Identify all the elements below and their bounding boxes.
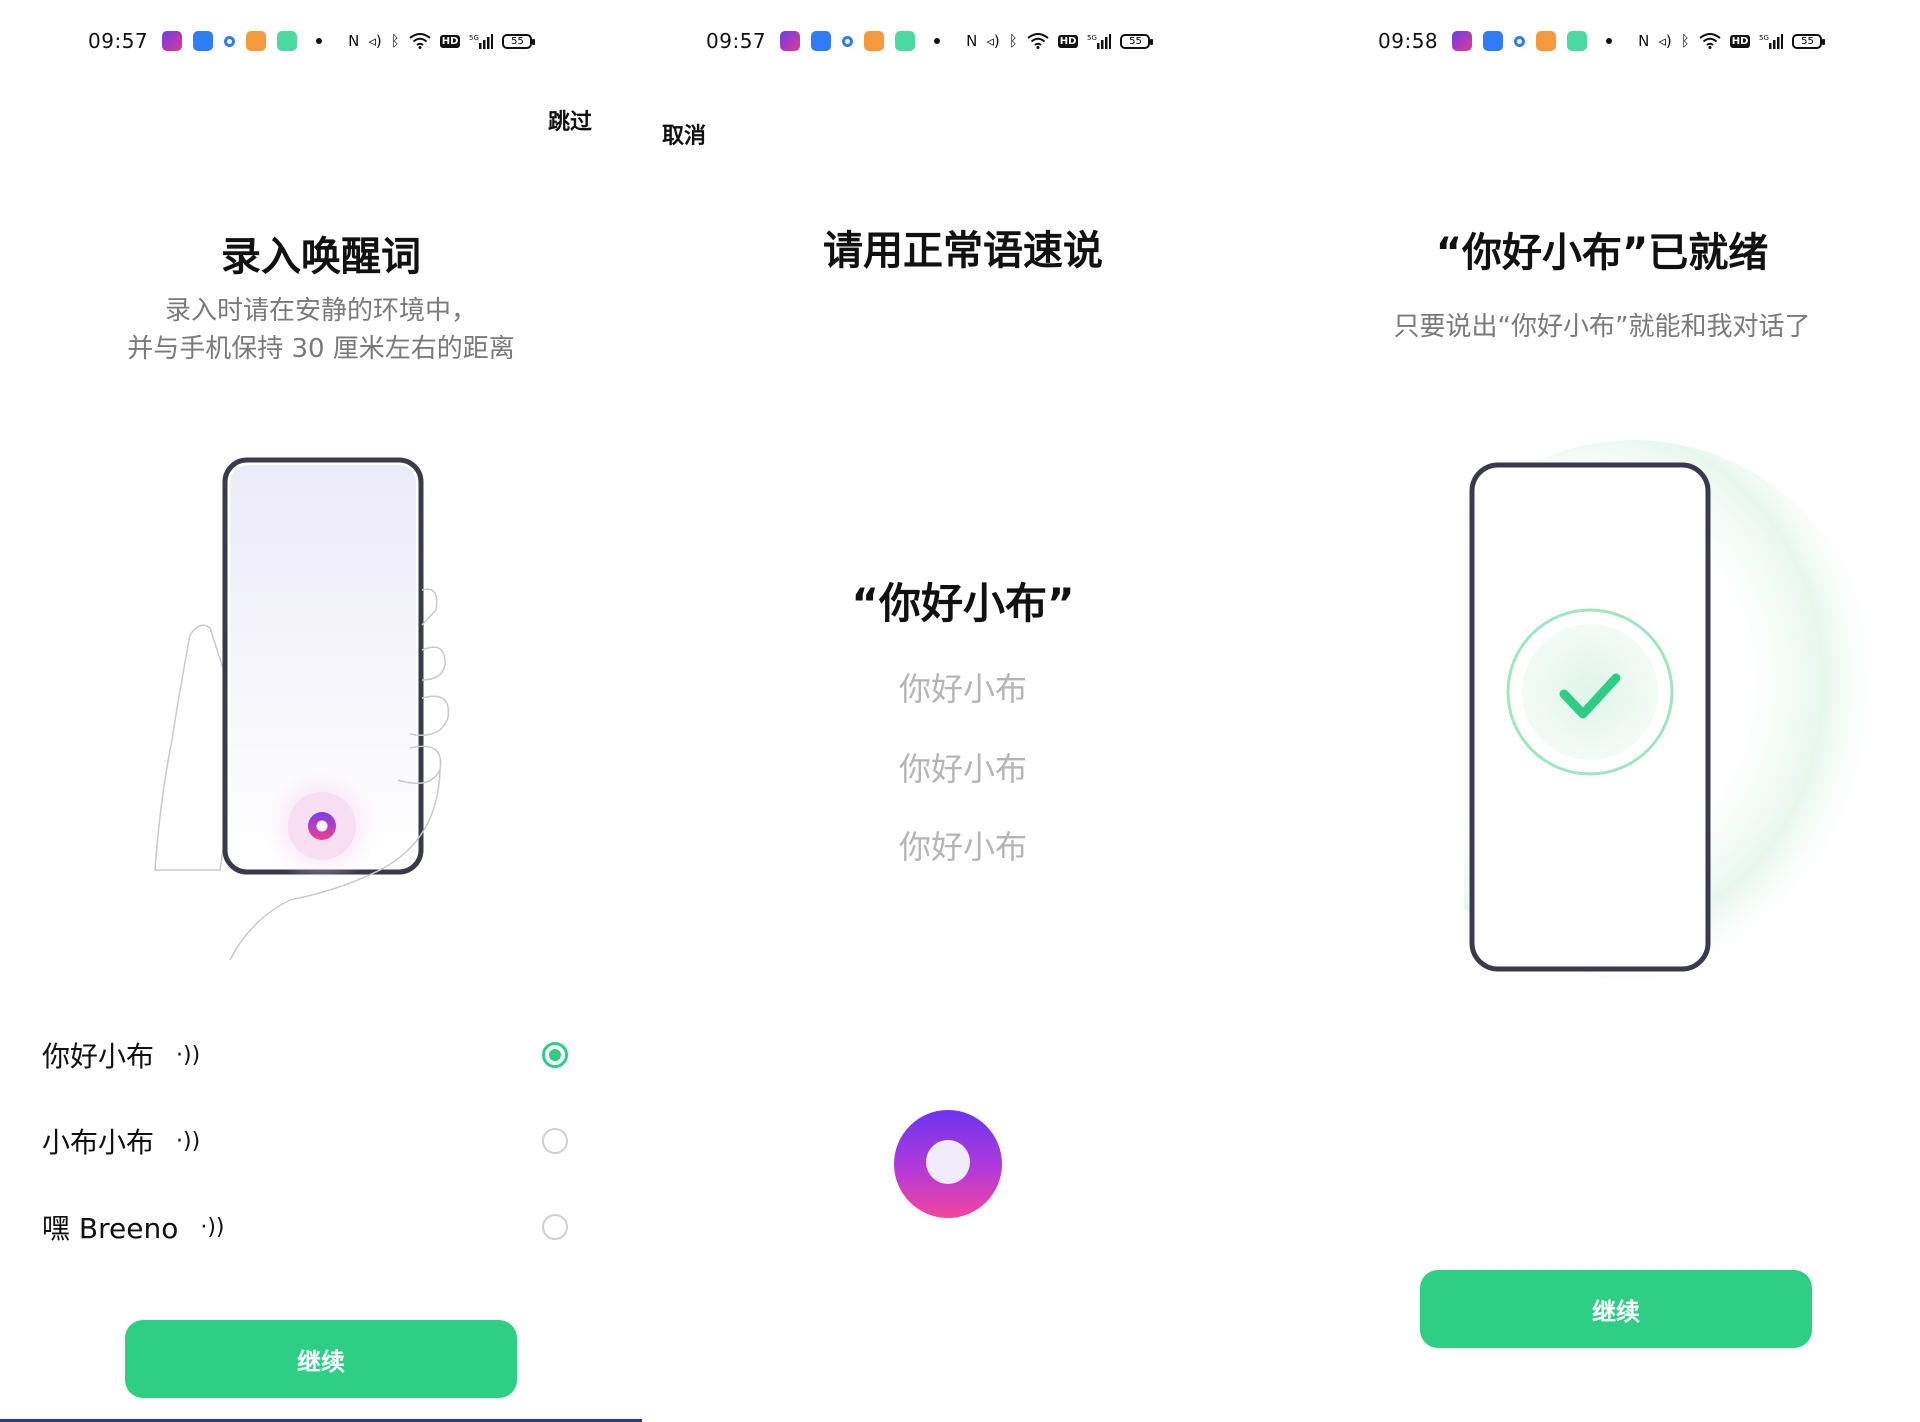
app-green-icon [277,31,298,51]
bluetooth-icon: ᛒ [1008,32,1018,50]
alipay-icon [193,31,214,51]
app-notification-icon [162,31,183,51]
more-dot-icon [934,38,941,44]
system-icons: N ◃) ᛒ HD 5G 55 [1638,32,1826,50]
nfc-icon: N [1638,32,1650,50]
svg-text:5G: 5G [1087,34,1097,42]
phone-success-illustration [1464,440,1884,980]
repeat-phrase-1: 你好小布 [898,670,1027,708]
wifi-icon [1027,33,1049,49]
battery-icon: 55 [1120,33,1154,49]
speaker-wave-icon[interactable]: ·)) [200,1215,224,1240]
page-title: 请用正常语速说 [823,228,1103,274]
repeat-phrase-3: 你好小布 [898,828,1027,866]
radio-unselected[interactable] [542,1214,568,1240]
panel-ready: 09:58 N ◃) ᛒ HD 5G 55 “你好小布”已就绪 只要说出“你好小… [1284,0,1920,1422]
continue-button[interactable]: 继续 [125,1320,517,1398]
nfc-icon: N [966,32,978,50]
alipay-icon [811,31,832,51]
hd-icon: HD [1057,34,1079,48]
system-icons: N ◃) ᛒ HD 5G 55 [966,32,1154,50]
skip-button[interactable]: 跳过 [548,104,592,136]
radio-selected[interactable] [542,1042,568,1068]
vibrate-icon: ◃) [368,32,382,50]
wake-word-option-2[interactable]: 小布小布 ·)) [42,1116,600,1166]
phone-in-hand-illustration [154,457,450,960]
speaker-wave-icon[interactable]: ·)) [176,1129,200,1154]
app-orange-icon [246,31,267,51]
battery-icon: 55 [1792,33,1826,49]
breeno-orb-icon [894,1110,1002,1218]
continue-button[interactable]: 继续 [1420,1270,1812,1348]
status-time: 09:57 [706,29,767,53]
option-label: 小布小布 [42,1126,155,1159]
option-label: 嘿 Breeno [42,1212,179,1245]
panel-wake-word-select: 09:57 N ◃) ᛒ HD 5G 55 跳过 录入唤醒词 录入时请在安静的环… [0,0,642,1422]
app-notification-icon [780,31,801,51]
signal-5g-icon: 5G [1087,34,1112,49]
battery-icon: 55 [502,33,536,49]
bluetooth-icon: ᛒ [1680,32,1690,50]
app-green-icon [1567,31,1588,51]
app-orange-icon [864,31,885,51]
alipay-icon [1483,31,1504,51]
svg-text:5G: 5G [1759,34,1769,42]
hd-icon: HD [1729,34,1751,48]
radio-unselected[interactable] [542,1128,568,1154]
cancel-button[interactable]: 取消 [662,118,706,150]
subtitle-line-1: 录入时请在安静的环境中， [164,296,477,326]
status-time: 09:58 [1378,29,1439,53]
status-bar: 09:57 N ◃) ᛒ HD 5G 55 [88,26,536,56]
wake-word-option-1[interactable]: 你好小布 ·)) [42,1030,600,1080]
nfc-icon: N [348,32,360,50]
system-icons: N ◃) ᛒ HD 5G 55 [348,32,536,50]
wifi-icon [1699,33,1721,49]
bluetooth-icon: ᛒ [390,32,400,50]
repeat-phrase-2: 你好小布 [898,750,1027,788]
vibrate-icon: ◃) [1658,32,1672,50]
hd-icon: HD [439,34,461,48]
wifi-icon [409,33,431,49]
app-dot-icon [1514,35,1526,47]
status-bar: 09:57 N ◃) ᛒ HD 5G 55 [706,26,1154,56]
app-dot-icon [224,35,236,47]
more-dot-icon [1606,38,1613,44]
option-label: 你好小布 [42,1040,155,1073]
app-dot-icon [842,35,854,47]
app-orange-icon [1536,31,1557,51]
signal-5g-icon: 5G [1759,34,1784,49]
signal-5g-icon: 5G [469,34,494,49]
app-notification-icon [1452,31,1473,51]
current-phrase: “你好小布” [851,579,1075,628]
speaker-wave-icon[interactable]: ·)) [176,1043,200,1068]
more-dot-icon [316,38,323,44]
screen: 09:57 N ◃) ᛒ HD 5G 55 跳过 录入唤醒词 录入时请在安静的环… [0,0,1920,1422]
subtitle-line-2: 并与手机保持 30 厘米左右的距离 [127,334,515,364]
page-title: 录入唤醒词 [221,234,421,280]
page-title: “你好小布”已就绪 [1435,230,1769,276]
status-bar: 09:58 N ◃) ᛒ HD 5G 55 [1378,26,1826,56]
svg-text:5G: 5G [469,34,479,42]
wake-word-option-3[interactable]: 嘿 Breeno ·)) [42,1202,600,1252]
app-green-icon [895,31,916,51]
panel-recording: 09:57 N ◃) ᛒ HD 5G 55 取消 请用正常语速说 “你好小布” … [642,0,1284,1422]
subtitle: 只要说出“你好小布”就能和我对话了 [1393,312,1811,342]
vibrate-icon: ◃) [986,32,1000,50]
status-time: 09:57 [88,29,149,53]
